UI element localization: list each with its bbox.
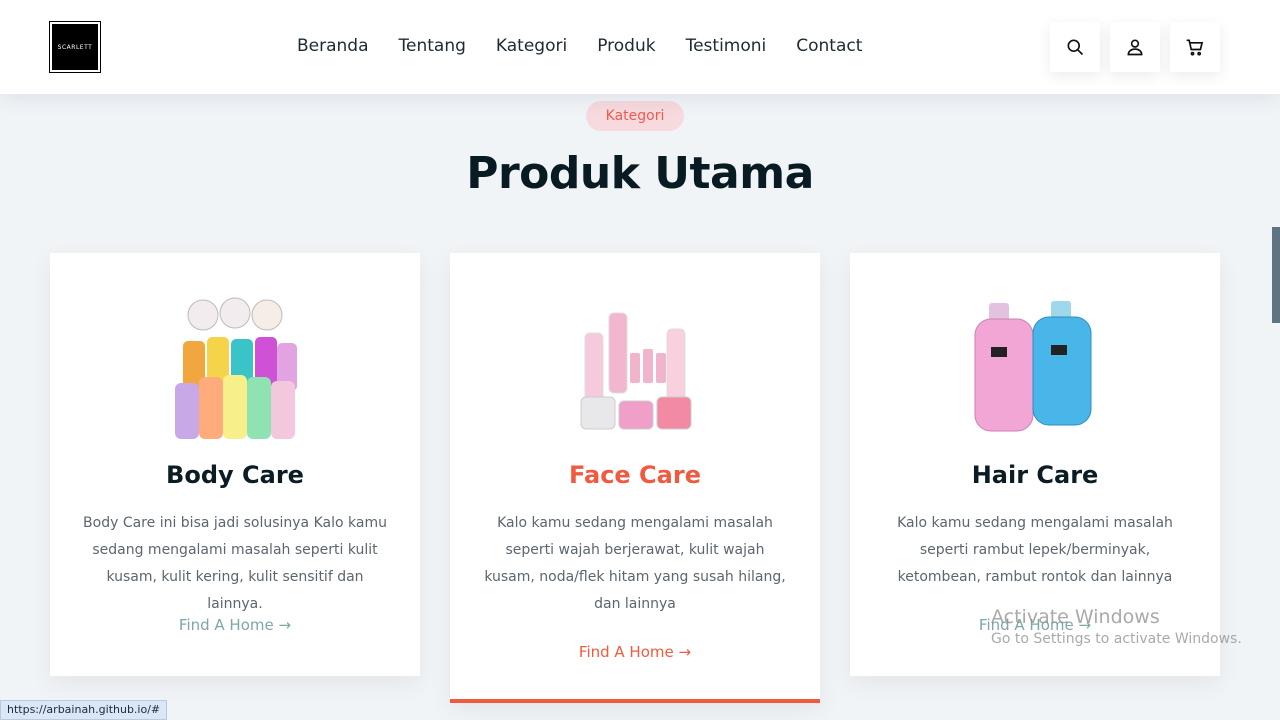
main-nav: Beranda Tentang Kategori Produk Testimon… — [297, 36, 862, 56]
search-icon — [1067, 39, 1084, 56]
nav-item-contact[interactable]: Contact — [796, 36, 862, 56]
status-bar-url: https://arbainah.github.io/# — [0, 700, 168, 720]
find-a-home-link[interactable]: Find A Home → — [50, 616, 420, 634]
find-a-home-link[interactable]: Find A Home → — [450, 643, 820, 661]
watermark-title: Activate Windows — [991, 606, 1160, 628]
category-pill: Kategori — [586, 101, 684, 131]
card-title: Face Care — [569, 461, 701, 489]
card-description: Kalo kamu sedang mengalami masalah seper… — [897, 515, 1173, 585]
section-title: Produk Utama — [466, 148, 814, 199]
body-care-product-image — [175, 297, 297, 439]
logo-text: SCARLETT — [57, 43, 93, 51]
category-card-face-care[interactable]: Face Care Kalo kamu sedang mengalami mas… — [450, 253, 820, 703]
search-button[interactable] — [1050, 22, 1100, 72]
hair-care-product-image — [974, 301, 1092, 432]
scrollbar-thumb[interactable] — [1272, 227, 1280, 323]
nav-item-tentang[interactable]: Tentang — [399, 36, 466, 56]
nav-item-kategori[interactable]: Kategori — [496, 36, 567, 56]
nav-item-beranda[interactable]: Beranda — [297, 36, 369, 56]
cart-icon — [1186, 39, 1204, 56]
account-button[interactable] — [1110, 22, 1160, 72]
category-card-body-care[interactable]: Body Care Body Care ini bisa jadi solusi… — [50, 253, 420, 676]
nav-item-testimoni[interactable]: Testimoni — [686, 36, 767, 56]
site-header: SCARLETT Beranda Tentang Kategori Produk… — [0, 0, 1280, 94]
card-title: Hair Care — [971, 461, 1099, 489]
cart-button[interactable] — [1170, 22, 1220, 72]
card-description: Body Care ini bisa jadi solusinya Kalo k… — [83, 515, 387, 612]
user-icon — [1127, 39, 1143, 56]
card-title: Body Care — [166, 461, 304, 489]
card-description: Kalo kamu sedang mengalami masalah seper… — [484, 515, 786, 612]
scarlett-logo[interactable]: SCARLETT — [49, 21, 101, 73]
nav-item-produk[interactable]: Produk — [597, 36, 655, 56]
face-care-product-image — [580, 312, 692, 430]
watermark-subtitle: Go to Settings to activate Windows. — [991, 631, 1242, 647]
